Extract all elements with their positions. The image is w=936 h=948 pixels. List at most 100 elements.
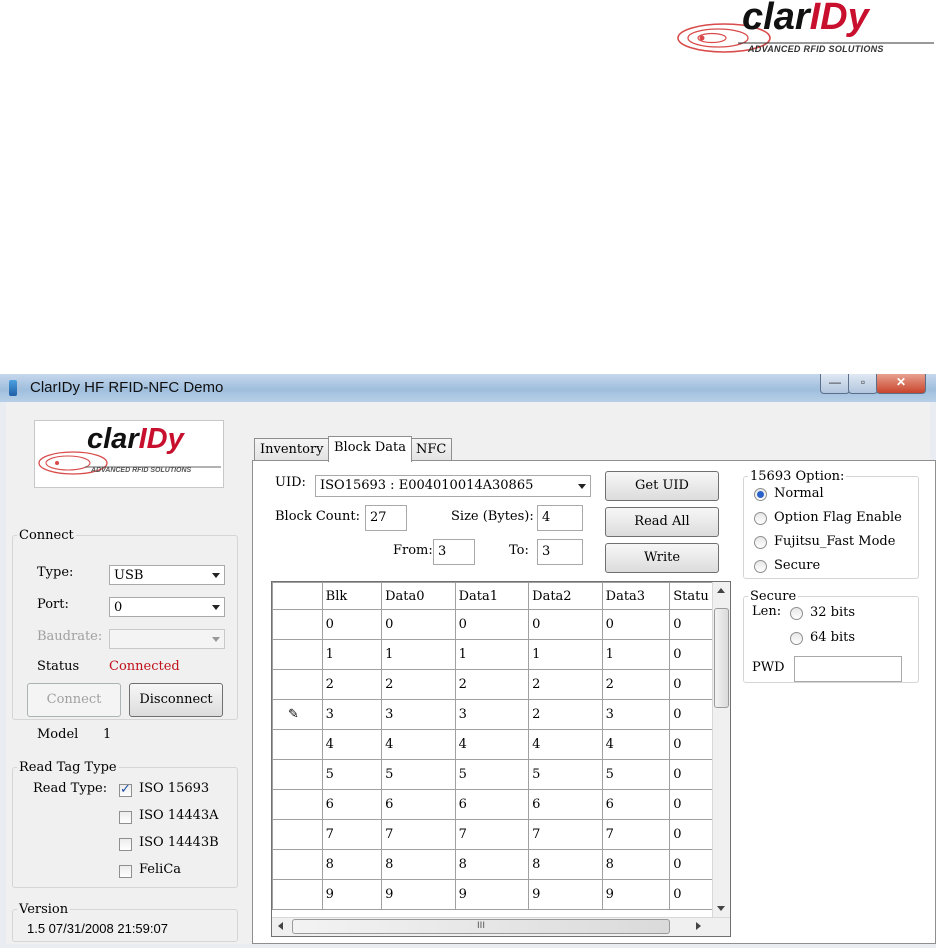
- row-header[interactable]: [272, 609, 323, 640]
- table-row[interactable]: ✎ 3 3 3 2 3 0: [272, 699, 730, 730]
- grid-cell[interactable]: 0: [454, 609, 530, 640]
- row-header[interactable]: [272, 669, 323, 700]
- row-header[interactable]: [272, 879, 323, 910]
- grid-cell[interactable]: 7: [601, 819, 671, 850]
- uid-select[interactable]: ISO15693 : E004010014A30865: [315, 475, 591, 497]
- vertical-scroll-thumb[interactable]: [714, 608, 729, 708]
- tab-inventory[interactable]: Inventory: [254, 438, 330, 460]
- grid-horizontal-scrollbar[interactable]: III: [272, 917, 730, 936]
- column-header-blk[interactable]: Blk: [321, 582, 383, 610]
- felica-checkbox[interactable]: [119, 865, 132, 878]
- from-field[interactable]: 3: [433, 539, 475, 565]
- grid-cell[interactable]: 8: [321, 849, 383, 880]
- grid-cell[interactable]: 3: [381, 699, 456, 730]
- minimize-icon[interactable]: —: [820, 374, 850, 394]
- tab-block-data[interactable]: Block Data: [328, 436, 412, 462]
- grid-cell[interactable]: 0: [381, 609, 456, 640]
- row-header[interactable]: [272, 729, 323, 760]
- grid-cell[interactable]: 3: [321, 699, 383, 730]
- grid-cell[interactable]: 4: [454, 729, 530, 760]
- grid-cell[interactable]: 2: [601, 669, 671, 700]
- grid-cell[interactable]: 4: [601, 729, 671, 760]
- grid-cell[interactable]: 4: [381, 729, 456, 760]
- grid-cell[interactable]: 6: [528, 789, 603, 820]
- grid-cell[interactable]: 1: [381, 639, 456, 670]
- grid-cell[interactable]: 3: [601, 699, 671, 730]
- normal-radio[interactable]: [754, 488, 767, 501]
- row-header[interactable]: [272, 639, 323, 670]
- get-uid-button[interactable]: Get UID: [605, 471, 719, 501]
- grid-cell[interactable]: 6: [321, 789, 383, 820]
- port-select[interactable]: 0: [109, 597, 225, 617]
- grid-cell[interactable]: 7: [454, 819, 530, 850]
- size-field[interactable]: 4: [537, 505, 583, 531]
- grid-cell[interactable]: 0: [528, 609, 603, 640]
- connect-button[interactable]: Connect: [27, 683, 121, 717]
- table-row[interactable]: 444440: [272, 729, 730, 760]
- scroll-right-arrow-icon[interactable]: [696, 922, 701, 930]
- tab-nfc[interactable]: NFC: [410, 438, 453, 460]
- grid-cell[interactable]: 0: [321, 609, 383, 640]
- table-row[interactable]: 222220: [272, 669, 730, 700]
- grid-cell[interactable]: 9: [601, 879, 671, 910]
- title-bar[interactable]: ClarIDy HF RFID-NFC Demo — ▫ ✕: [0, 374, 936, 402]
- column-header-data2[interactable]: Data2: [528, 582, 603, 610]
- grid-cell[interactable]: 4: [528, 729, 603, 760]
- grid-cell[interactable]: 6: [601, 789, 671, 820]
- table-row[interactable]: 777770: [272, 819, 730, 850]
- grid-cell[interactable]: 5: [381, 759, 456, 790]
- maximize-icon[interactable]: ▫: [848, 374, 878, 394]
- block-data-grid[interactable]: Blk Data0 Data1 Data2 Data3 Statu 000000…: [271, 581, 731, 937]
- grid-cell[interactable]: 9: [321, 879, 383, 910]
- iso14443b-checkbox[interactable]: [119, 838, 132, 851]
- len-64-bits-radio[interactable]: [790, 632, 803, 645]
- secure-radio[interactable]: [754, 560, 767, 573]
- column-header-data0[interactable]: Data0: [381, 582, 456, 610]
- scroll-left-arrow-icon[interactable]: [278, 922, 283, 930]
- grid-cell[interactable]: 0: [601, 609, 671, 640]
- close-icon[interactable]: ✕: [876, 374, 926, 394]
- table-row[interactable]: 000000: [272, 609, 730, 640]
- column-header-data3[interactable]: Data3: [601, 582, 671, 610]
- column-header-data1[interactable]: Data1: [454, 582, 530, 610]
- grid-cell[interactable]: 7: [321, 819, 383, 850]
- row-header[interactable]: [272, 819, 323, 850]
- disconnect-button[interactable]: Disconnect: [129, 683, 223, 717]
- write-button[interactable]: Write: [605, 543, 719, 573]
- grid-cell[interactable]: 9: [528, 879, 603, 910]
- grid-cell[interactable]: 5: [321, 759, 383, 790]
- iso14443a-checkbox[interactable]: [119, 811, 132, 824]
- grid-cell[interactable]: 9: [381, 879, 456, 910]
- grid-cell[interactable]: 7: [528, 819, 603, 850]
- grid-cell[interactable]: 2: [381, 669, 456, 700]
- grid-cell[interactable]: 2: [528, 699, 603, 730]
- table-row[interactable]: 999990: [272, 879, 730, 910]
- table-row[interactable]: 555550: [272, 759, 730, 790]
- grid-cell[interactable]: 4: [321, 729, 383, 760]
- grid-cell[interactable]: 5: [528, 759, 603, 790]
- grid-cell[interactable]: 1: [601, 639, 671, 670]
- grid-cell[interactable]: 2: [454, 669, 530, 700]
- table-row[interactable]: 888880: [272, 849, 730, 880]
- row-header[interactable]: ✎: [272, 699, 323, 730]
- row-header[interactable]: [272, 849, 323, 880]
- grid-cell[interactable]: 8: [601, 849, 671, 880]
- grid-cell[interactable]: 3: [454, 699, 530, 730]
- grid-cell[interactable]: 6: [381, 789, 456, 820]
- fujitsu-fast-mode-radio[interactable]: [754, 536, 767, 549]
- table-row[interactable]: 666660: [272, 789, 730, 820]
- grid-vertical-scrollbar[interactable]: [712, 582, 730, 918]
- grid-cell[interactable]: 5: [601, 759, 671, 790]
- read-all-button[interactable]: Read All: [605, 507, 719, 537]
- grid-cell[interactable]: 1: [321, 639, 383, 670]
- grid-cell[interactable]: 1: [454, 639, 530, 670]
- iso15693-checkbox[interactable]: [119, 782, 132, 797]
- grid-cell[interactable]: 2: [528, 669, 603, 700]
- scroll-up-arrow-icon[interactable]: [717, 588, 725, 593]
- grid-cell[interactable]: 8: [528, 849, 603, 880]
- grid-cell[interactable]: 6: [454, 789, 530, 820]
- grid-cell[interactable]: 7: [381, 819, 456, 850]
- grid-cell[interactable]: 8: [381, 849, 456, 880]
- type-select[interactable]: USB: [109, 565, 225, 585]
- to-field[interactable]: 3: [537, 539, 583, 565]
